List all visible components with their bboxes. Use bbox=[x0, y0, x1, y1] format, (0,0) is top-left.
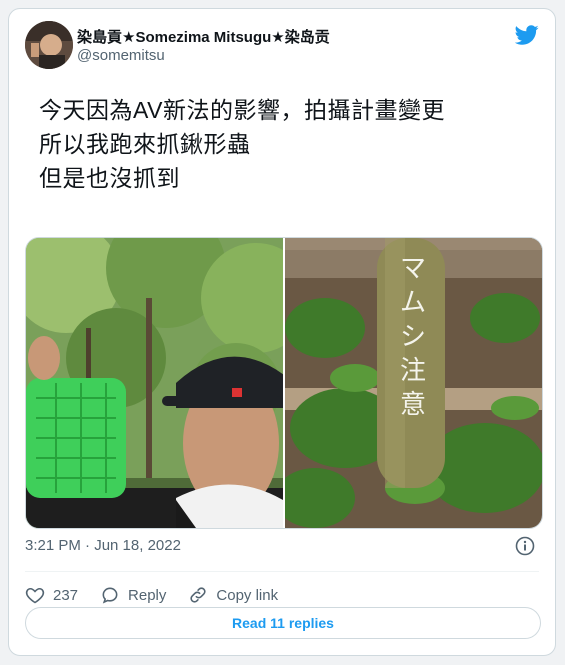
like-count: 237 bbox=[53, 586, 79, 604]
timestamp[interactable]: 3:21 PM · Jun 18, 2022 bbox=[25, 537, 181, 554]
photo-selfie[interactable] bbox=[26, 238, 283, 528]
tweet-line: 所以我跑來抓鍬形蟲 bbox=[39, 131, 251, 157]
media-grid: マムシ注意 bbox=[25, 237, 543, 529]
divider bbox=[25, 571, 539, 572]
handle[interactable]: @somemitsu bbox=[77, 47, 165, 64]
comment-icon bbox=[102, 587, 118, 604]
copy-link-label: Copy link bbox=[216, 586, 279, 604]
heart-icon bbox=[25, 587, 45, 604]
tweet-line: 但是也沒抓到 bbox=[39, 165, 180, 191]
display-name[interactable]: 染島貢★Somezima Mitsugu★染岛贡 bbox=[77, 26, 330, 47]
like-button[interactable]: 237 bbox=[25, 585, 78, 605]
tweet-card: 染島貢★Somezima Mitsugu★染岛贡 @somemitsu 今天因為… bbox=[8, 8, 556, 656]
avatar[interactable] bbox=[25, 21, 73, 69]
photo-sign[interactable]: マムシ注意 bbox=[285, 238, 542, 528]
twitter-bird-icon[interactable] bbox=[515, 23, 539, 47]
tweet-text: 今天因為AV新法的影響，拍攝計畫變更 所以我跑來抓鍬形蟲 但是也沒抓到 bbox=[39, 93, 445, 195]
tweet-line: 今天因為AV新法的影響，拍攝計畫變更 bbox=[39, 97, 445, 123]
info-icon[interactable] bbox=[515, 536, 535, 556]
reply-label: Reply bbox=[128, 586, 167, 604]
copy-link-button[interactable]: Copy link bbox=[188, 585, 278, 605]
link-icon bbox=[190, 587, 206, 603]
warning-sign-text: マムシ注意 bbox=[399, 254, 426, 420]
reply-button[interactable]: Reply bbox=[100, 585, 166, 605]
read-replies-button[interactable]: Read 11 replies bbox=[25, 607, 541, 639]
